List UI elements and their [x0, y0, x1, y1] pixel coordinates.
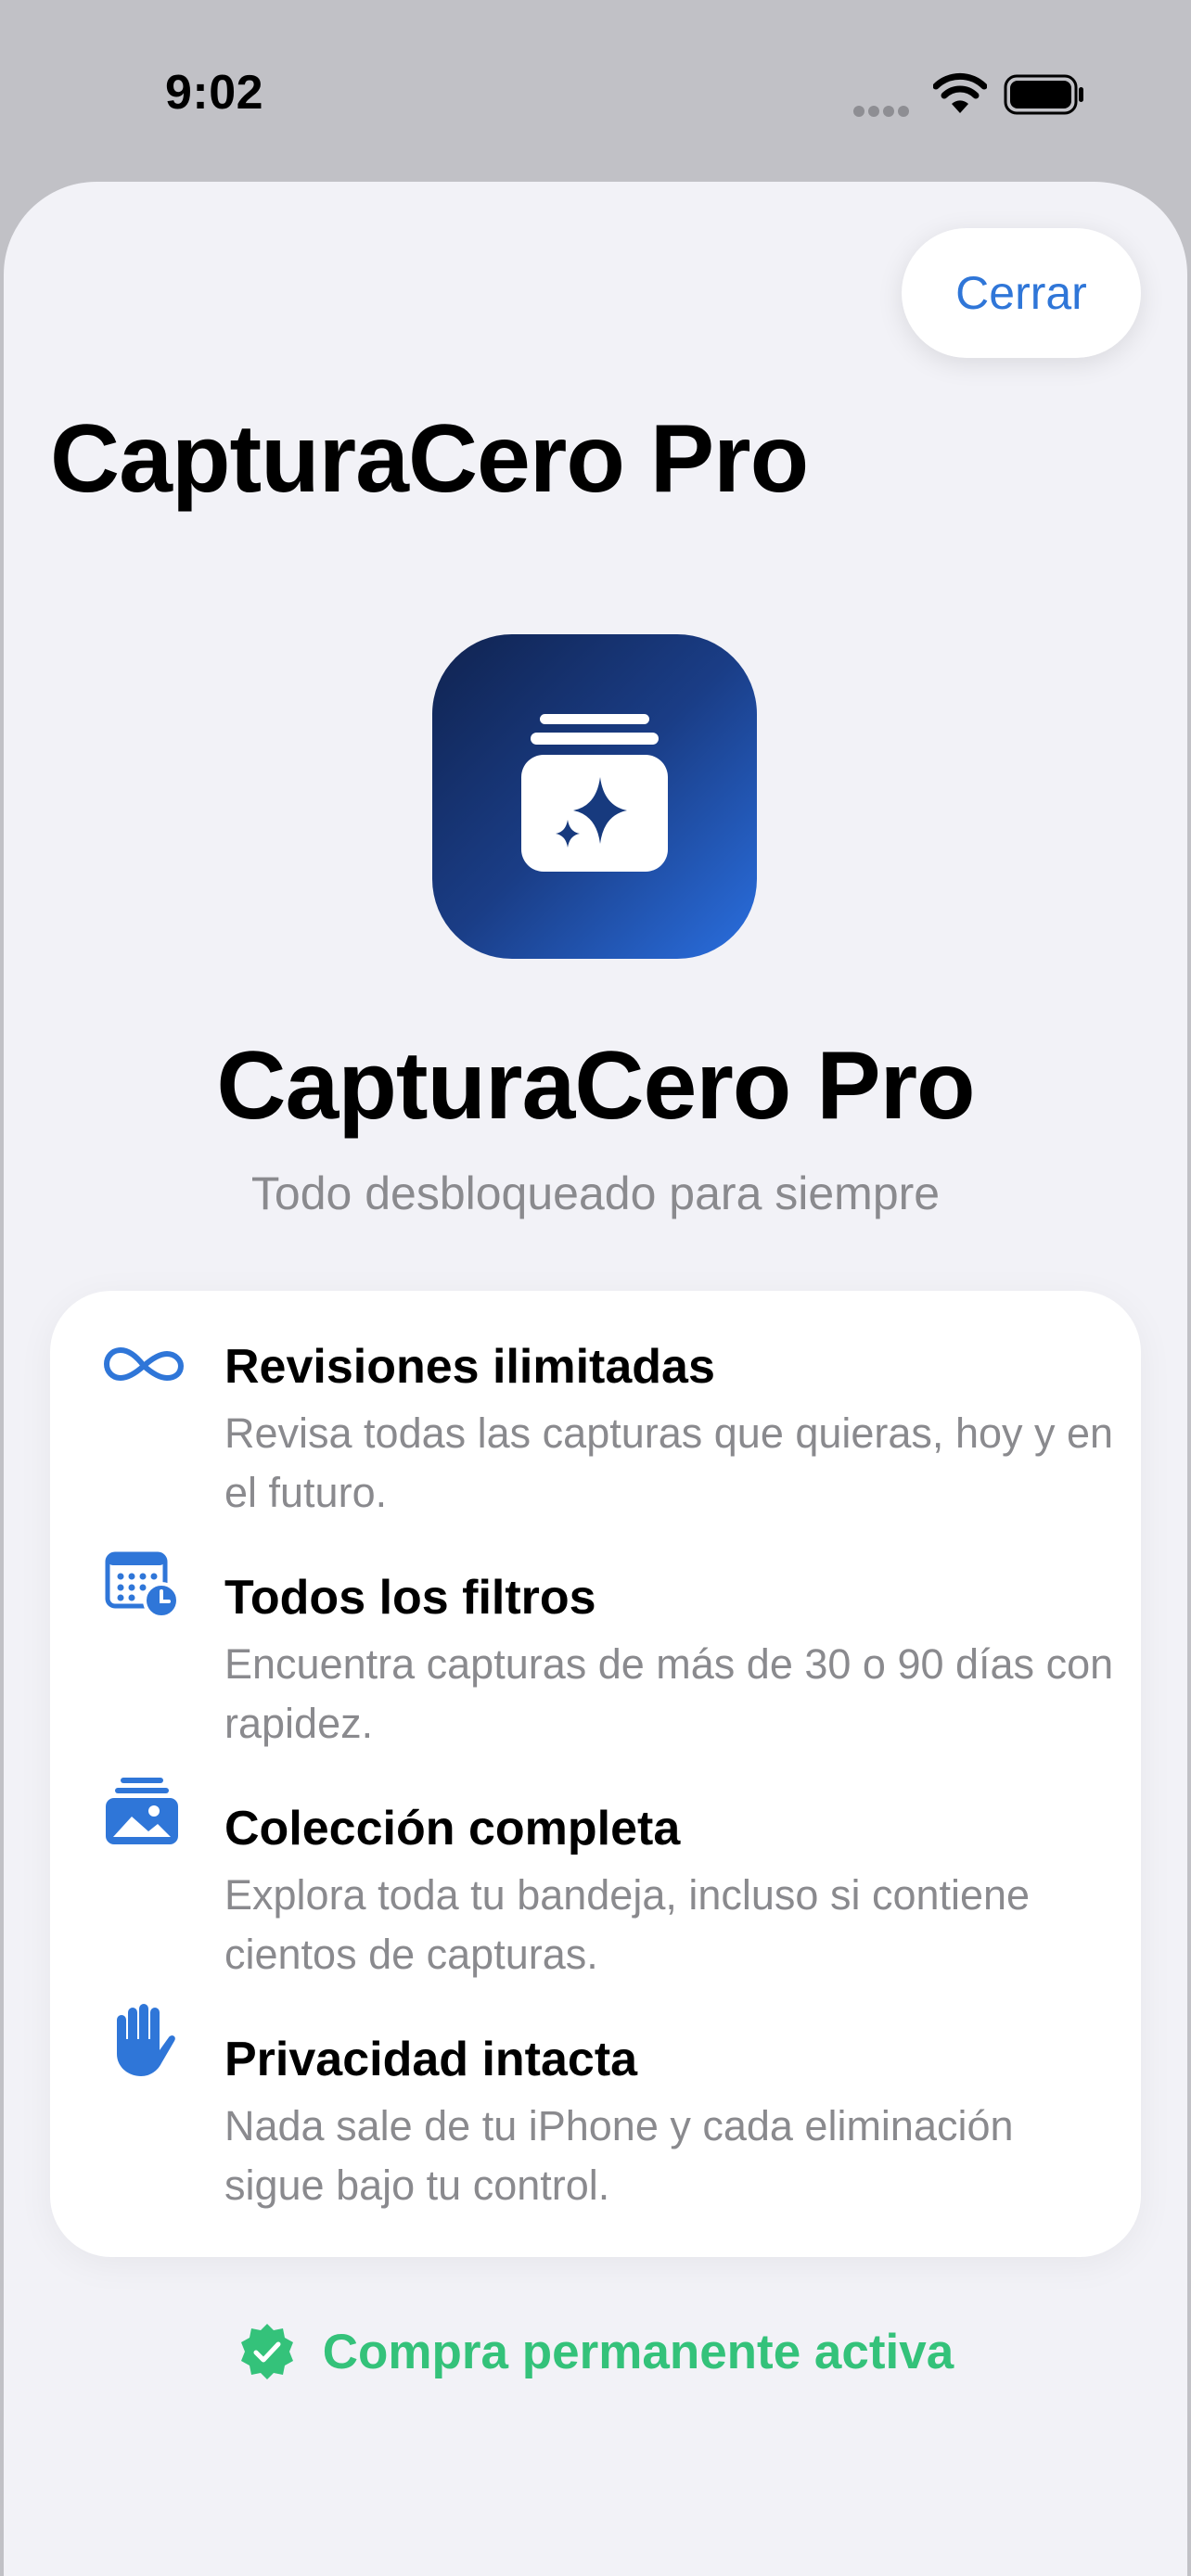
wifi-icon: [933, 72, 987, 113]
feature-title: Todos los filtros: [224, 1571, 596, 1625]
hero-title: CapturaCero Pro: [216, 1032, 975, 1140]
feature-description: Revisa todas las capturas que quieras, h…: [224, 1409, 1114, 1516]
screen: 9:02 Cerrar CapturaCero Pro CapturaCero …: [0, 0, 1191, 2576]
hero-subtitle: Todo desbloqueado para siempre: [250, 1167, 941, 1219]
purchase-status: Compra permanente activa: [0, 2322, 1191, 2381]
infinity-icon: [104, 1347, 184, 1381]
photo-stack-icon: [106, 1778, 178, 1844]
feature-item: Colección completa Explora toda tu bande…: [50, 1753, 1141, 1978]
calendar-clock-icon: [105, 1551, 180, 1619]
feature-description: Encuentra capturas de más de 30 o 90 día…: [224, 1640, 1114, 1747]
purchase-status-label: Compra permanente activa: [322, 2324, 954, 2379]
checkmark-seal-icon: [240, 2324, 293, 2379]
features-card: Revisiones ilimitadas Revisa todas las c…: [50, 1291, 1141, 2257]
app-icon: [432, 634, 757, 959]
nav-title: CapturaCero Pro: [50, 405, 809, 513]
sparkle-stack-icon: [521, 714, 668, 872]
feature-title: Revisiones ilimitadas: [224, 1340, 715, 1394]
battery-icon: [1004, 74, 1083, 115]
feature-item: Revisiones ilimitadas Revisa todas las c…: [50, 1291, 1141, 1516]
signal-dots-icon: [853, 106, 909, 117]
status-time: 9:02: [165, 66, 264, 120]
feature-item: Privacidad intacta Nada sale de tu iPhon…: [50, 1983, 1141, 2209]
close-button[interactable]: Cerrar: [902, 228, 1141, 358]
feature-title: Privacidad intacta: [224, 2033, 638, 2086]
status-icons: [852, 70, 1085, 119]
feature-description: Nada sale de tu iPhone y cada eliminació…: [224, 2102, 1014, 2209]
feature-description: Explora toda tu bandeja, incluso si cont…: [224, 1871, 1031, 1978]
feature-title: Colección completa: [224, 1802, 681, 1855]
hand-raised-icon: [117, 2004, 175, 2076]
feature-item: Todos los filtros Encuentra capturas de …: [50, 1522, 1141, 1747]
